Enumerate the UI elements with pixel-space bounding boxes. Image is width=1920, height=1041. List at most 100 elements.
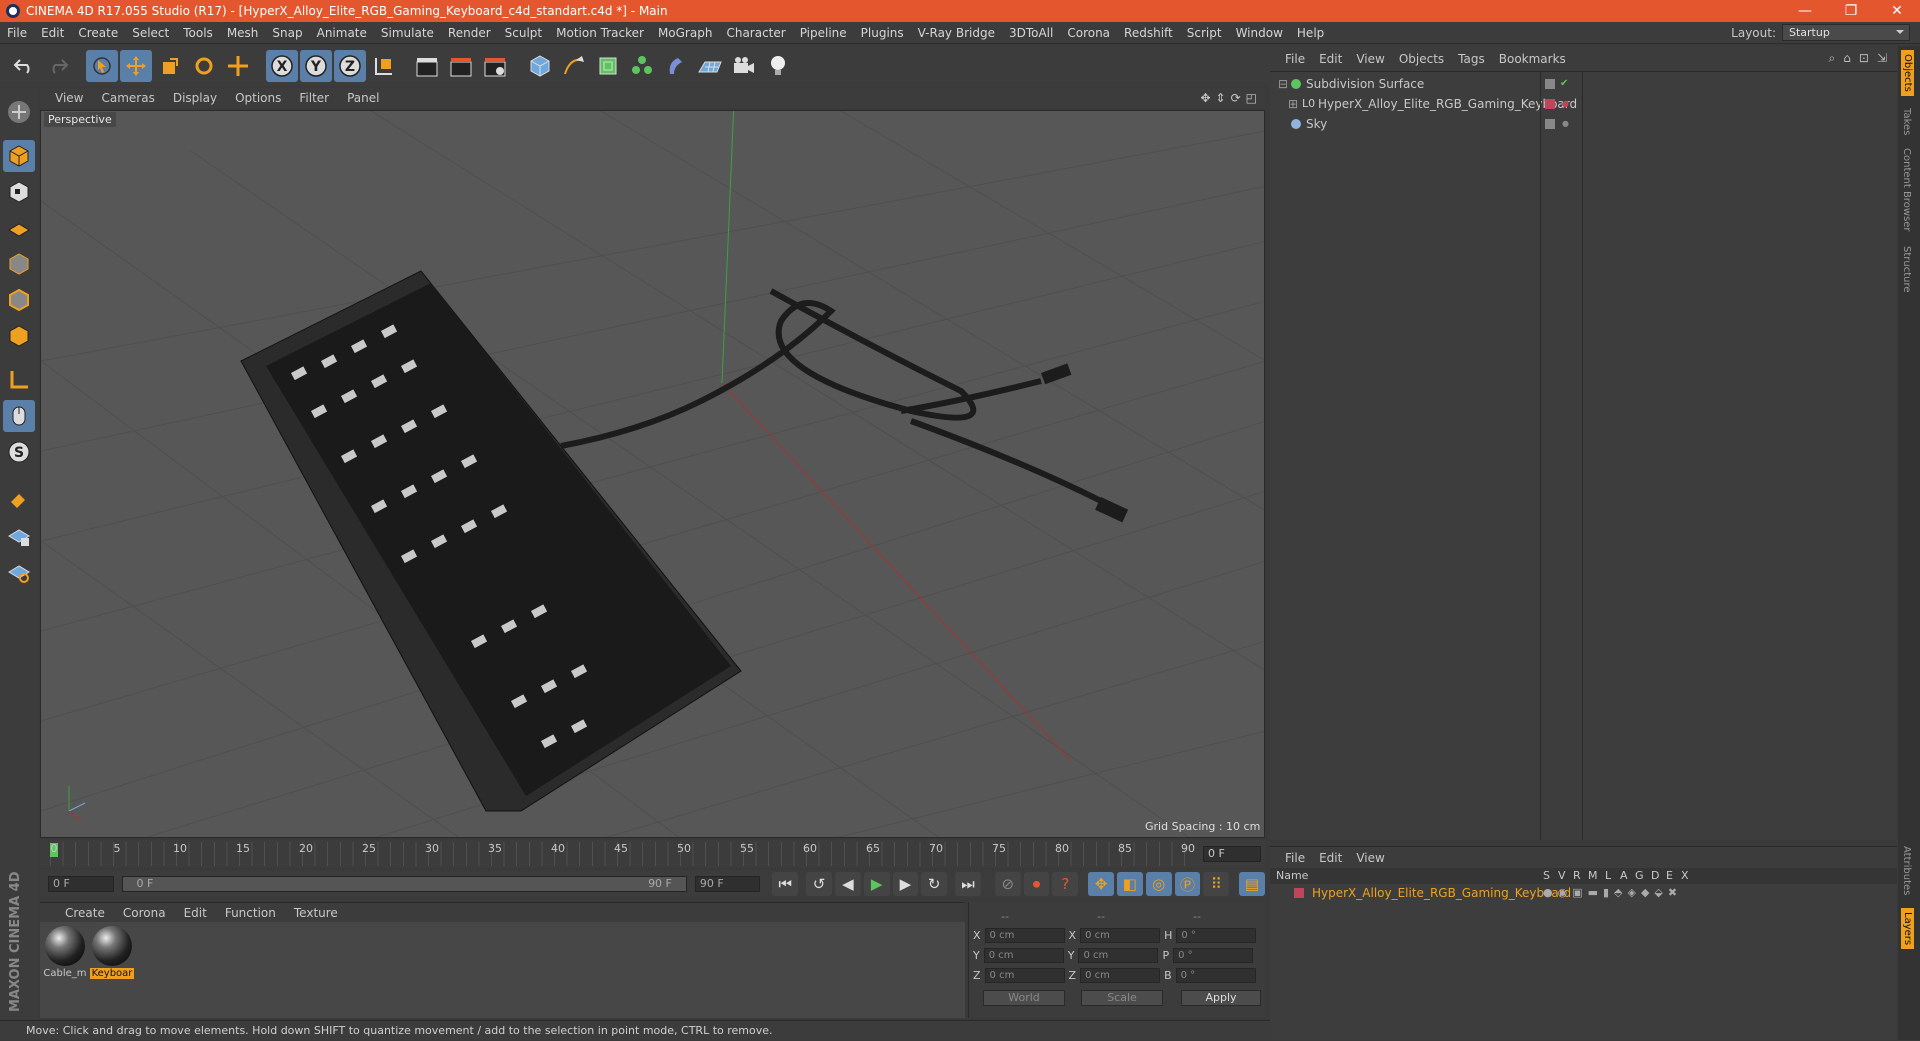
coordinate-system-button[interactable] bbox=[368, 50, 400, 82]
viewport-menu-filter[interactable]: Filter bbox=[290, 91, 338, 105]
add-camera-button[interactable] bbox=[728, 50, 760, 82]
layer-col-xref[interactable]: X bbox=[1681, 869, 1689, 882]
size-y-field[interactable]: 0 cm bbox=[1078, 948, 1159, 963]
position-z-field[interactable]: 0 cm bbox=[984, 968, 1065, 983]
size-mode-dropdown[interactable]: Scale bbox=[1081, 990, 1163, 1006]
tab-content-browser[interactable]: Content Browser bbox=[1901, 148, 1912, 231]
menu-animate[interactable]: Animate bbox=[310, 26, 374, 40]
menu-3dtoall[interactable]: 3DToAll bbox=[1002, 26, 1060, 40]
menu-motion-tracker[interactable]: Motion Tracker bbox=[549, 26, 651, 40]
end-frame-field[interactable]: 90 F bbox=[694, 876, 761, 892]
layer-col-solo[interactable]: S bbox=[1543, 869, 1550, 882]
rotation-p-field[interactable]: 0 ° bbox=[1173, 948, 1254, 963]
position-x-field[interactable]: 0 cm bbox=[984, 928, 1065, 943]
layer-menu-file[interactable]: File bbox=[1278, 851, 1312, 865]
key-position-button[interactable]: ✥ bbox=[1088, 872, 1114, 896]
menu-file[interactable]: File bbox=[0, 26, 34, 40]
object-row[interactable]: ⊞ L0 HyperX_Alloy_Elite_RGB_Gaming_Keybo… bbox=[1270, 94, 1897, 114]
enable-axis-button[interactable] bbox=[3, 364, 35, 396]
close-button[interactable]: ✕ bbox=[1874, 3, 1920, 19]
next-frame-button[interactable]: ▶ bbox=[892, 872, 919, 896]
object-menu-tags[interactable]: Tags bbox=[1451, 52, 1492, 66]
layer-col-manager[interactable]: M bbox=[1588, 869, 1598, 882]
material-menu-texture[interactable]: Texture bbox=[285, 906, 347, 920]
3d-viewport[interactable] bbox=[40, 110, 1265, 838]
keyframe-selection-button[interactable]: ? bbox=[1052, 872, 1079, 896]
layer-col-locked[interactable]: L bbox=[1605, 869, 1611, 882]
material-swatch[interactable]: Cable_m bbox=[43, 926, 87, 979]
layer-col-deformers[interactable]: D bbox=[1651, 869, 1659, 882]
texture-mode-button[interactable] bbox=[3, 176, 35, 208]
enabled-check-icon[interactable]: ✔ bbox=[1560, 74, 1568, 94]
layer-flags-icons[interactable]: ●◉▣▬▮⬘◈◆⬙✖ bbox=[1543, 886, 1682, 899]
home-icon[interactable]: ⌂ bbox=[1843, 51, 1851, 66]
tab-attributes[interactable]: Attributes bbox=[1901, 846, 1912, 895]
scale-tool-button[interactable] bbox=[154, 50, 186, 82]
menu-vray-bridge[interactable]: V-Ray Bridge bbox=[911, 26, 1002, 40]
object-menu-objects[interactable]: Objects bbox=[1392, 52, 1451, 66]
viewport-rotate-icon[interactable]: ⟳ bbox=[1231, 91, 1241, 105]
new-panel-icon[interactable]: ⊡ bbox=[1859, 51, 1869, 66]
undo-button[interactable] bbox=[8, 50, 40, 82]
record-active-objects-button[interactable]: ⊘ bbox=[994, 872, 1021, 896]
coordinate-space-dropdown[interactable]: World bbox=[983, 990, 1065, 1006]
visibility-dots-icon[interactable]: ● bbox=[1562, 114, 1569, 134]
points-mode-button[interactable] bbox=[3, 248, 35, 280]
visibility-dots-icon[interactable]: ● bbox=[1562, 94, 1569, 114]
menu-render[interactable]: Render bbox=[441, 26, 498, 40]
add-mograph-button[interactable] bbox=[626, 50, 658, 82]
collapse-toggle-icon[interactable]: ⊟ bbox=[1278, 74, 1288, 94]
menu-mograph[interactable]: MoGraph bbox=[651, 26, 720, 40]
object-menu-edit[interactable]: Edit bbox=[1312, 52, 1349, 66]
z-axis-lock-button[interactable]: Z bbox=[334, 50, 366, 82]
layer-menu-view[interactable]: View bbox=[1349, 851, 1391, 865]
viewport-menu-view[interactable]: View bbox=[46, 91, 92, 105]
material-menu-edit[interactable]: Edit bbox=[175, 906, 216, 920]
play-button[interactable]: ▶ bbox=[863, 872, 890, 896]
viewport-move-icon[interactable]: ✥ bbox=[1200, 91, 1210, 105]
minimize-button[interactable]: — bbox=[1782, 3, 1828, 19]
menu-sculpt[interactable]: Sculpt bbox=[498, 26, 549, 40]
viewport-menu-panel[interactable]: Panel bbox=[338, 91, 388, 105]
add-spline-button[interactable] bbox=[558, 50, 590, 82]
go-to-end-button[interactable]: ⏭ bbox=[955, 872, 981, 896]
timeline-ruler[interactable]: 0 5 10 15 20 25 30 35 40 45 50 55 60 65 … bbox=[40, 840, 1265, 868]
material-swatch[interactable]: Keyboar bbox=[90, 926, 134, 979]
layer-col-expressions[interactable]: E bbox=[1666, 869, 1673, 882]
x-axis-lock-button[interactable]: X bbox=[266, 50, 298, 82]
rotate-tool-button[interactable] bbox=[188, 50, 220, 82]
tab-layers[interactable]: Layers bbox=[1901, 908, 1914, 950]
timeline-window-button[interactable]: ▤ bbox=[1239, 872, 1265, 896]
rotation-h-field[interactable]: 0 ° bbox=[1176, 928, 1257, 943]
tab-structure[interactable]: Structure bbox=[1901, 246, 1912, 293]
viewport-menu-display[interactable]: Display bbox=[164, 91, 226, 105]
restore-button[interactable]: ❐ bbox=[1828, 3, 1874, 19]
viewport-menu-cameras[interactable]: Cameras bbox=[92, 91, 163, 105]
make-editable-button[interactable] bbox=[3, 96, 35, 128]
tweak-mode-button[interactable] bbox=[3, 400, 35, 432]
layer-row[interactable]: HyperX_Alloy_Elite_RGB_Gaming_Keyboard ●… bbox=[1270, 884, 1897, 902]
tab-objects[interactable]: Objects bbox=[1901, 50, 1914, 96]
menu-window[interactable]: Window bbox=[1229, 26, 1290, 40]
menu-select[interactable]: Select bbox=[125, 26, 176, 40]
layer-col-visible[interactable]: V bbox=[1558, 869, 1566, 882]
y-axis-lock-button[interactable]: Y bbox=[300, 50, 332, 82]
redo-button[interactable] bbox=[42, 50, 74, 82]
menu-pipeline[interactable]: Pipeline bbox=[793, 26, 854, 40]
menu-create[interactable]: Create bbox=[71, 26, 125, 40]
live-selection-button[interactable] bbox=[86, 50, 118, 82]
menu-edit[interactable]: Edit bbox=[34, 26, 71, 40]
start-frame-field[interactable]: 0 F bbox=[48, 876, 114, 892]
key-scale-button[interactable]: ◧ bbox=[1117, 872, 1143, 896]
previous-frame-button[interactable]: ◀ bbox=[834, 872, 861, 896]
layer-swatch[interactable] bbox=[1545, 99, 1555, 109]
menu-plugins[interactable]: Plugins bbox=[854, 26, 911, 40]
layout-dropdown[interactable]: Startup bbox=[1782, 24, 1910, 41]
render-to-picture-viewer-button[interactable] bbox=[446, 50, 478, 82]
menu-corona[interactable]: Corona bbox=[1060, 26, 1117, 40]
add-cube-button[interactable] bbox=[524, 50, 556, 82]
tab-takes[interactable]: Takes bbox=[1901, 108, 1912, 135]
workplane-mode-button[interactable] bbox=[3, 212, 35, 244]
layer-col-render[interactable]: R bbox=[1573, 869, 1581, 882]
position-y-field[interactable]: 0 cm bbox=[983, 948, 1064, 963]
